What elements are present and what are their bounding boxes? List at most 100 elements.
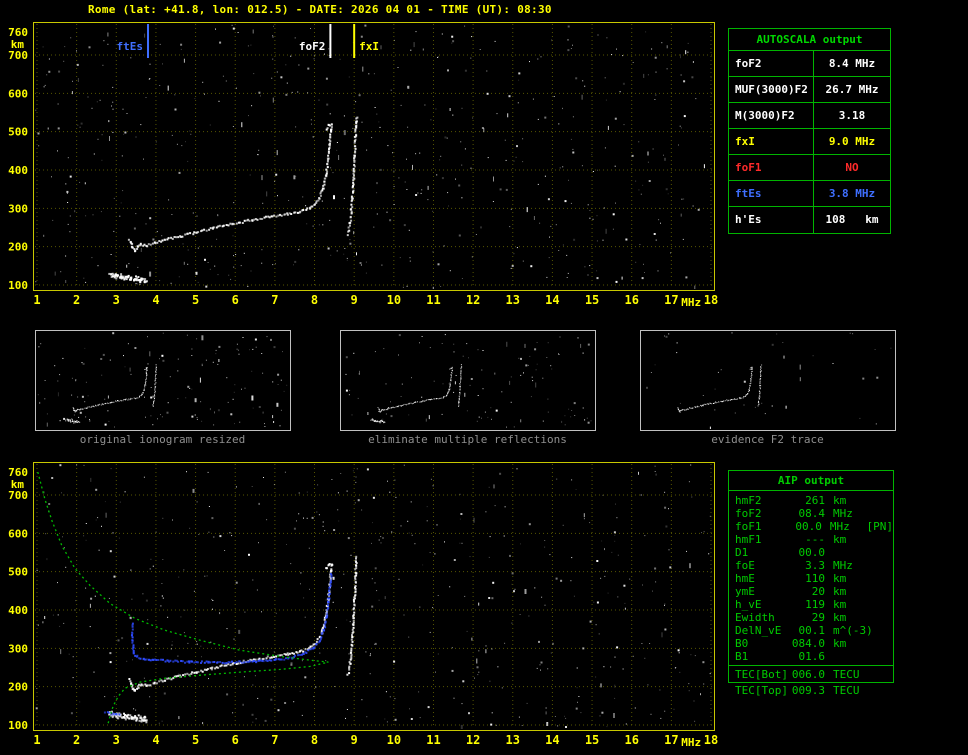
- svg-text:17: 17: [664, 293, 678, 307]
- svg-text:500: 500: [8, 566, 28, 579]
- trace-f-trace-x-mode-: [346, 116, 359, 237]
- parameter-label: MUF(3000)F2: [729, 77, 814, 102]
- table-row-hmE: hmE 110 km: [729, 572, 893, 585]
- parameter-note: [871, 637, 893, 650]
- parameter-value: 9.0 MHz: [828, 135, 876, 148]
- table-row-foE: foE 3.3 MHz: [729, 559, 893, 572]
- parameter-note: [871, 559, 893, 572]
- thumbnail-content: [646, 332, 892, 429]
- parameter-label: foF1: [729, 155, 814, 180]
- parameter-value: 108 km: [825, 213, 879, 226]
- table-row-B1: B1 01.6: [729, 650, 893, 663]
- parameter-note: [871, 668, 893, 681]
- parameter-label: Ewidth: [735, 611, 775, 624]
- marker-foF2: foF2: [299, 24, 332, 58]
- svg-text:500: 500: [8, 126, 28, 139]
- svg-text:18: 18: [704, 293, 718, 307]
- parameter-value: ---: [805, 533, 825, 546]
- parameter-value: 009.3: [791, 684, 825, 697]
- parameter-unit: m^(-3): [833, 624, 873, 637]
- svg-text:6: 6: [232, 733, 239, 747]
- table-row-foF2: foF2 08.4 MHz: [729, 507, 893, 520]
- parameter-label: foF1: [735, 520, 762, 533]
- parameter-unit: km: [833, 533, 847, 546]
- table-row-DelN_vE: DelN_vE 00.1 m^(-3): [729, 624, 893, 637]
- ionogram-bottom-plot: 1 2 3 4 5 6 7 8 9 10 11 12 13 14 15 16 17 18MHz1002003004…: [8, 462, 718, 749]
- parameter-unit: TECU: [833, 684, 860, 697]
- trace-electron-density-profile: [37, 471, 329, 725]
- aip-output-title: AIP output: [729, 471, 893, 491]
- parameter-note: [871, 572, 893, 585]
- parameter-label: hmF2: [735, 494, 762, 507]
- parameter-value: NO: [845, 161, 859, 174]
- parameter-label: fxI: [729, 129, 814, 154]
- svg-text:5: 5: [192, 733, 199, 747]
- parameter-label: TEC[Top]: [735, 684, 788, 697]
- parameter-label: foF2: [735, 507, 762, 520]
- svg-text:12: 12: [466, 733, 480, 747]
- thumbnail-content: [345, 334, 592, 428]
- thumbnail-panel-0: [35, 330, 291, 431]
- parameter-label: hmF1: [735, 533, 762, 546]
- aip-output-table: AIP output hmF2 261 km foF2 08.4 MHz foF1 00.0 M…: [728, 470, 894, 683]
- table-row-foF1: foF1 NO: [729, 155, 890, 181]
- thumbnail-caption-f2trace: evidence F2 trace: [711, 433, 824, 446]
- thumbnail-content: [37, 332, 288, 428]
- table-row-fxI: fxI 9.0 MHz: [729, 129, 890, 155]
- parameter-value: 3.18: [838, 109, 866, 122]
- svg-text:fxI: fxI: [359, 40, 379, 53]
- table-row-h_vE: h_vE 119 km: [729, 598, 893, 611]
- parameter-label: M(3000)F2: [729, 103, 814, 128]
- parameter-note: [871, 585, 893, 598]
- parameter-label: foF2: [729, 51, 814, 76]
- svg-text:12: 12: [466, 293, 480, 307]
- parameter-unit: TECU: [833, 668, 860, 681]
- svg-text:10: 10: [387, 733, 401, 747]
- autoscala-window: Rome (lat: +41.8, lon: 012.5) - DATE: 20…: [0, 0, 968, 755]
- svg-text:4: 4: [152, 293, 159, 307]
- marker-fxI: fxI: [353, 24, 379, 58]
- parameter-label: B1: [735, 650, 749, 663]
- svg-text:9: 9: [351, 293, 358, 307]
- parameter-note: [871, 546, 893, 559]
- parameter-unit: MHz: [833, 559, 853, 572]
- table-row-hmF2: hmF2 261 km: [729, 494, 893, 507]
- parameter-value: 8.4 MHz: [828, 57, 876, 70]
- parameter-value: 119: [805, 598, 825, 611]
- parameter-note: [871, 494, 893, 507]
- parameter-value: 26.7 MHz: [825, 83, 879, 96]
- svg-text:15: 15: [585, 293, 599, 307]
- table-row-h'Es: h'Es 108 km: [729, 207, 890, 233]
- svg-text:17: 17: [664, 733, 678, 747]
- svg-text:600: 600: [8, 87, 28, 100]
- parameter-value: 29: [811, 611, 825, 624]
- parameter-note: [871, 611, 893, 624]
- parameter-value: 00.1: [798, 624, 826, 637]
- aip-output-rows: hmF2 261 km foF2 08.4 MHz foF1 00.0 MHz [PN] hmF1-…: [729, 491, 893, 663]
- svg-text:600: 600: [8, 527, 28, 540]
- svg-text:km: km: [11, 38, 25, 51]
- parameter-note: [871, 507, 893, 520]
- svg-text:ftEs: ftEs: [117, 40, 144, 53]
- axis-labels: 1 2 3 4 5 6 7 8 9 10 11 12 13 14 15 16 17 18MHz1002003004…: [8, 466, 718, 749]
- table-row-ftEs: ftEs 3.8 MHz: [729, 181, 890, 207]
- parameter-label: B0: [735, 637, 749, 650]
- parameter-value: 3.3: [805, 559, 825, 572]
- parameter-label: D1: [735, 546, 749, 559]
- parameter-note: [871, 650, 893, 663]
- svg-text:16: 16: [624, 733, 638, 747]
- svg-text:100: 100: [8, 719, 28, 732]
- svg-text:14: 14: [545, 733, 559, 747]
- parameter-unit: km: [833, 598, 847, 611]
- svg-text:1: 1: [33, 293, 40, 307]
- trace-es-trace: [108, 710, 148, 724]
- svg-text:400: 400: [8, 164, 28, 177]
- parameter-note: [871, 684, 895, 697]
- thumbnail-panel-1: [340, 330, 596, 431]
- aip-tec-top-row: TEC[Top] 009.3 TECU: [729, 684, 895, 697]
- parameter-unit: km: [833, 494, 847, 507]
- trace-es-trace: [108, 272, 148, 284]
- parameter-label: h_vE: [735, 598, 762, 611]
- noise-dots: [35, 24, 712, 289]
- svg-text:MHz: MHz: [681, 296, 701, 309]
